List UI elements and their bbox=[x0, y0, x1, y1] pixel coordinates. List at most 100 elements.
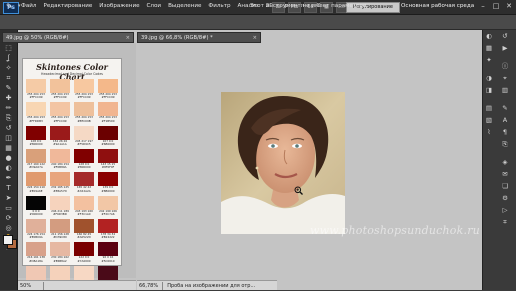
histogram-panel-icon[interactable]: ▥ bbox=[500, 86, 510, 95]
minimize-icon[interactable]: – bbox=[478, 1, 488, 11]
crop-icon[interactable]: ⌗ bbox=[3, 74, 14, 83]
shape-icon[interactable]: ▭ bbox=[3, 204, 14, 213]
marquee-icon[interactable]: ⬚ bbox=[3, 44, 14, 53]
tool-presets-panel-icon[interactable]: ⚙ bbox=[500, 194, 510, 203]
color-swatch bbox=[74, 242, 94, 257]
styles-panel-icon[interactable]: ✦ bbox=[484, 56, 494, 65]
clone-stamp-icon[interactable]: ⎘ bbox=[3, 114, 14, 123]
paragraph-panel-icon[interactable]: ¶ bbox=[500, 128, 510, 137]
3d-orbit-icon[interactable]: ◎ bbox=[3, 224, 14, 233]
swatch-cell: 92 0 16 #5C0010 bbox=[98, 242, 118, 263]
color-swatch bbox=[50, 265, 70, 280]
portrait-image bbox=[221, 92, 345, 234]
swatch-hex-label: #5C0010 bbox=[101, 259, 115, 263]
panel-dock-column-1: ◐ ▦ ✦ ◑ ◨ ▤ ▧ ⌇ bbox=[484, 32, 496, 140]
paths-panel-icon[interactable]: ⌇ bbox=[484, 128, 494, 137]
pen-icon[interactable]: ✒ bbox=[3, 174, 14, 183]
swatch-hex-label: #FFCC99 bbox=[53, 96, 67, 100]
measurement-panel-icon[interactable]: ⌗ bbox=[500, 218, 510, 227]
swatch-cell: 128 0 0 #800000 bbox=[74, 148, 94, 170]
color-swatch bbox=[26, 195, 46, 210]
tab-label: 39.jpg @ 66,8% (RGB/8#) * bbox=[141, 35, 213, 41]
adjustments-panel-icon[interactable]: ◑ bbox=[484, 74, 494, 83]
options-message: Этот инструмент не имеет параметров. bbox=[250, 3, 369, 9]
layer-comps-panel-icon[interactable]: ❏ bbox=[500, 182, 510, 191]
restore-icon[interactable]: □ bbox=[491, 1, 501, 11]
close-tab-icon[interactable]: × bbox=[126, 33, 130, 42]
watermark-text: www.photoshopsunduchok.ru bbox=[310, 224, 480, 237]
navigator-panel-icon[interactable]: ⌖ bbox=[500, 74, 510, 83]
tab-document-39[interactable]: 39.jpg @ 66,8% (RGB/8#) * × bbox=[137, 32, 261, 43]
swatch-hex-label: #F1B590 bbox=[101, 119, 115, 123]
notes-panel-icon[interactable]: ✉ bbox=[500, 170, 510, 179]
swatch-cell: 154 26 26 #9A1A1A bbox=[50, 125, 70, 147]
swatch-hex-label: #6B0000 bbox=[101, 143, 115, 147]
brush-icon[interactable]: ✏ bbox=[3, 104, 14, 113]
swatch-hex-label: #FFCC99 bbox=[29, 96, 43, 100]
menu-item-4[interactable]: Выделение bbox=[168, 3, 201, 9]
swatch-hex-label: #EEC09B bbox=[77, 119, 91, 123]
history-brush-icon[interactable]: ↺ bbox=[3, 124, 14, 133]
portrait-photo[interactable] bbox=[221, 92, 345, 234]
workspace-selector[interactable]: Основная рабочая среда bbox=[401, 3, 474, 9]
close-icon[interactable]: ✕ bbox=[504, 1, 514, 11]
swatch-cell: 139 0 0 #8B0000 bbox=[98, 172, 118, 193]
color-swatch bbox=[98, 242, 118, 257]
lasso-icon[interactable]: ʆ bbox=[3, 54, 14, 63]
options-bar bbox=[0, 15, 516, 30]
color-swatch bbox=[74, 218, 94, 233]
character-panel-icon[interactable]: A bbox=[500, 116, 510, 125]
swatch-hex-label: #D8A18A bbox=[29, 259, 43, 263]
menu-item-1[interactable]: Редактирование bbox=[43, 3, 92, 9]
type-icon[interactable]: T bbox=[3, 184, 14, 193]
status-separator bbox=[161, 281, 163, 290]
swatch-cell: 0 0 0 #000000 bbox=[26, 195, 46, 217]
eyedropper-icon[interactable]: ✎ bbox=[3, 84, 14, 93]
menu-item-0[interactable]: Файл bbox=[21, 3, 36, 9]
eyedropper-icon[interactable]: ✎ bbox=[6, 2, 18, 12]
3d-panel-icon[interactable]: ◈ bbox=[500, 158, 510, 167]
swatch-hex-label: #A0522D bbox=[77, 236, 91, 240]
color-swatch bbox=[98, 218, 118, 233]
blur-icon[interactable]: ● bbox=[3, 154, 14, 163]
masks-panel-icon[interactable]: ◨ bbox=[484, 86, 494, 95]
info-panel-icon[interactable]: ⓘ bbox=[500, 62, 510, 71]
color-swatch bbox=[74, 102, 94, 117]
color-swatch bbox=[50, 102, 70, 117]
menu-item-3[interactable]: Слои bbox=[147, 3, 162, 9]
clone-source-panel-icon[interactable]: ⎘ bbox=[500, 140, 510, 149]
healing-icon[interactable]: ✚ bbox=[3, 94, 14, 103]
brush-panel-icon[interactable]: ✎ bbox=[500, 104, 510, 113]
swatch-cell: 122 0 0 #7A0000 bbox=[74, 242, 94, 263]
3d-rotate-icon[interactable]: ⟳ bbox=[3, 214, 14, 223]
tool-preset-arrow-icon[interactable]: ▾ bbox=[18, 3, 21, 9]
swatch-hex-label: #F3C1A0 bbox=[77, 212, 91, 216]
quick-select-icon[interactable]: ✧ bbox=[3, 64, 14, 73]
swatch-cell: 232 165 125 #E8A57D bbox=[50, 172, 70, 193]
swatch-cell: 217 160 122 #D9A07A bbox=[26, 148, 46, 170]
actions-panel-icon[interactable]: ▶ bbox=[500, 44, 510, 53]
eraser-icon[interactable]: ◫ bbox=[3, 134, 14, 143]
window-controls: – □ ✕ bbox=[478, 1, 514, 11]
gradient-icon[interactable]: ▦ bbox=[3, 144, 14, 153]
history-panel-icon[interactable]: ↺ bbox=[500, 32, 510, 41]
swatch-hex-label: #7A0000 bbox=[77, 259, 91, 263]
swatch-hex-label: #FFCC99 bbox=[53, 119, 67, 123]
swatches-panel-icon[interactable]: ▦ bbox=[484, 44, 494, 53]
layers-panel-icon[interactable]: ▤ bbox=[484, 104, 494, 113]
tab-document-49[interactable]: 49.jpg @ 50% (RGB/8#) × bbox=[2, 32, 134, 43]
channels-panel-icon[interactable]: ▧ bbox=[484, 116, 494, 125]
animation-panel-icon[interactable]: ▷ bbox=[500, 206, 510, 215]
dodge-icon[interactable]: ◐ bbox=[3, 164, 14, 173]
menu-item-2[interactable]: Изображение bbox=[99, 3, 139, 9]
foreground-color-swatch[interactable] bbox=[3, 235, 13, 245]
swatch-hex-label: #D39C80 bbox=[53, 236, 67, 240]
color-panel-icon[interactable]: ◐ bbox=[484, 32, 494, 41]
swatch-cell: 255 204 153 #EEC09B bbox=[74, 102, 94, 123]
path-select-icon[interactable]: ➤ bbox=[3, 194, 14, 203]
swatch-cell: 160 82 45 #A0522D bbox=[74, 218, 94, 240]
close-tab-icon[interactable]: × bbox=[253, 33, 257, 42]
menu-item-5[interactable]: Фильтр bbox=[208, 3, 230, 9]
zoom-cursor-icon bbox=[294, 186, 303, 195]
swatch-cell: 230 184 162 #E6B8A2 bbox=[50, 242, 70, 263]
